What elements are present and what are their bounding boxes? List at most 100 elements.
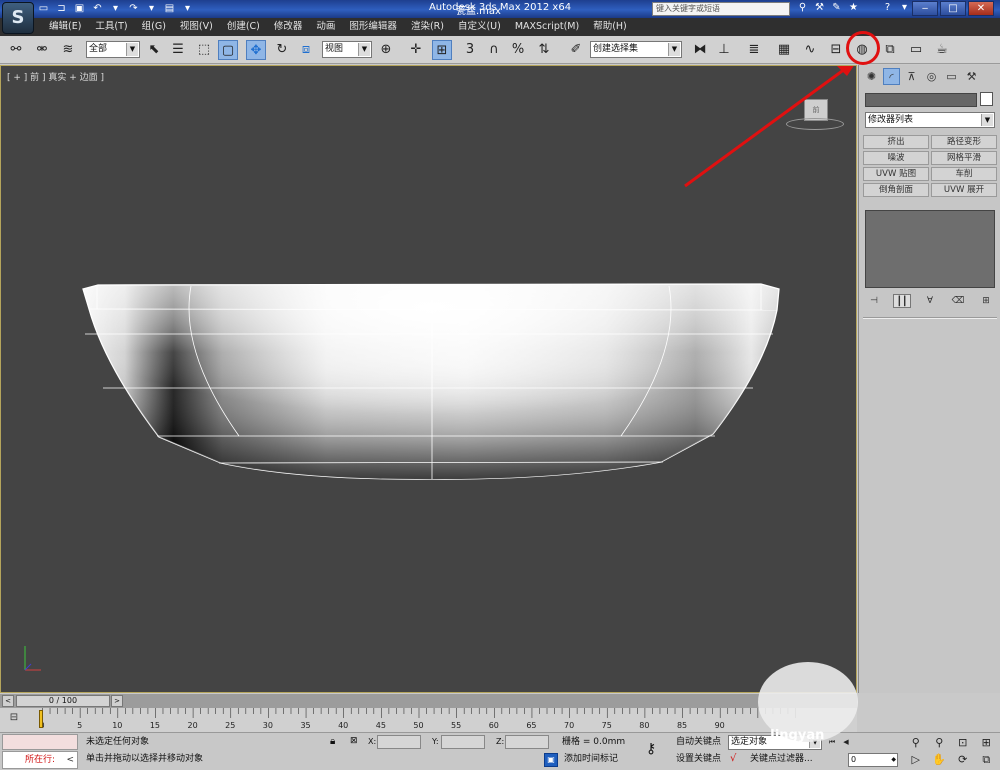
key-filters-button[interactable]: 关键点过滤器...: [750, 752, 813, 767]
favorites-dropdown-icon[interactable]: [864, 1, 877, 15]
show-end-result-icon[interactable]: ┃┃: [893, 294, 911, 308]
customize-dropdown-icon[interactable]: ▾: [180, 2, 195, 16]
reference-coordinate-dropdown[interactable]: 视图 ▼: [322, 41, 372, 58]
link-icon[interactable]: ⚯: [6, 40, 26, 60]
save-file-icon[interactable]: ▣: [72, 2, 87, 16]
menu-rendering[interactable]: 渲染(R): [404, 18, 451, 36]
angle-snap-icon[interactable]: ∩: [484, 40, 504, 60]
help-dropdown-icon[interactable]: ▾: [898, 1, 911, 15]
select-and-scale-icon[interactable]: ⧈: [296, 40, 316, 60]
track-bar[interactable]: ⊟ 051015202530354045505560657075808590: [0, 708, 857, 732]
front-viewport[interactable]: [ + ] 前 ] 真实 + 边面 ] 前: [0, 65, 857, 693]
modifier-path-deform-button[interactable]: 路径变形: [931, 135, 997, 149]
redo-dropdown-icon[interactable]: ▾: [144, 2, 159, 16]
z-coord-field[interactable]: [505, 735, 549, 749]
modifier-list-dropdown[interactable]: 修改器列表 ▼: [865, 112, 995, 128]
undo-icon[interactable]: ↶: [90, 2, 105, 16]
zoom-extents-all-icon[interactable]: ⊞: [975, 735, 999, 750]
modifier-bevel-profile-button[interactable]: 倒角剖面: [863, 183, 929, 197]
edit-named-selection-icon[interactable]: ✐: [566, 40, 586, 60]
curve-editor-icon[interactable]: ∿: [800, 40, 820, 60]
modify-tab-icon[interactable]: ◜: [883, 68, 900, 85]
select-object-icon[interactable]: ⬉: [144, 40, 164, 60]
y-coord-field[interactable]: [441, 735, 485, 749]
new-file-icon[interactable]: ▭: [36, 2, 51, 16]
remove-modifier-icon[interactable]: ⌫: [949, 294, 967, 308]
maximize-button[interactable]: □: [940, 1, 966, 16]
subscription-icon[interactable]: ⚒: [813, 1, 826, 15]
bowl-model[interactable]: [82, 283, 780, 480]
object-color-swatch[interactable]: [980, 92, 993, 106]
minimize-button[interactable]: ‒: [912, 1, 938, 16]
current-frame-marker[interactable]: [39, 710, 43, 728]
field-of-view-icon[interactable]: ▷: [904, 752, 928, 767]
window-crossing-icon[interactable]: ▢: [218, 40, 238, 60]
modifier-stack-view[interactable]: [865, 210, 995, 288]
binoculars-icon[interactable]: ⚲: [796, 1, 809, 15]
project-folder-icon[interactable]: ▤: [162, 2, 177, 16]
make-unique-icon[interactable]: ∀: [921, 294, 939, 308]
menu-views[interactable]: 视图(V): [173, 18, 220, 36]
maxscript-listener-mini[interactable]: [2, 734, 78, 750]
bind-spacewarp-icon[interactable]: ≋: [58, 40, 78, 60]
open-mini-curve-editor-icon[interactable]: ⊟: [6, 712, 22, 726]
zoom-extents-icon[interactable]: ⊡: [951, 735, 975, 750]
align-icon[interactable]: ⊥: [714, 40, 734, 60]
unlink-icon[interactable]: ⚮: [32, 40, 52, 60]
modifier-unwrap-uvw-button[interactable]: UVW 展开: [931, 183, 997, 197]
set-key-icon[interactable]: ⚷: [646, 741, 656, 757]
previous-frame-arrow-icon[interactable]: <: [2, 695, 14, 707]
render-production-icon[interactable]: ☕: [932, 40, 952, 60]
add-time-tag-icon[interactable]: ▣: [544, 753, 558, 767]
orbit-icon[interactable]: ⟳: [951, 752, 975, 767]
close-button[interactable]: ✕: [968, 1, 994, 16]
time-slider[interactable]: < 0 / 100 >: [0, 694, 857, 708]
schematic-view-icon[interactable]: ⊟: [826, 40, 846, 60]
modifier-uvw-map-button[interactable]: UVW 贴图: [863, 167, 929, 181]
communication-icon[interactable]: ✎: [830, 1, 843, 15]
menu-maxscript[interactable]: MAXScript(M): [508, 18, 586, 36]
modifier-meshsmooth-button[interactable]: 网格平滑: [931, 151, 997, 165]
next-frame-arrow-icon[interactable]: >: [111, 695, 123, 707]
maximize-viewport-icon[interactable]: ⧉: [975, 752, 999, 767]
menu-graph-editors[interactable]: 图形编辑器: [342, 18, 404, 36]
object-name-field[interactable]: [865, 93, 977, 107]
menu-animation[interactable]: 动画: [309, 18, 342, 36]
select-and-rotate-icon[interactable]: ↻: [272, 40, 292, 60]
menu-create[interactable]: 创建(C): [220, 18, 267, 36]
add-time-tag-label[interactable]: 添加时间标记: [564, 752, 618, 767]
selection-lock-icon[interactable]: 🔒︎: [330, 736, 335, 747]
modifier-noise-button[interactable]: 噪波: [863, 151, 929, 165]
absolute-mode-icon[interactable]: ⊠: [350, 736, 362, 748]
menu-edit[interactable]: 编辑(E): [42, 18, 88, 36]
modifier-lathe-button[interactable]: 车削: [931, 167, 997, 181]
set-key-button[interactable]: 设置关键点: [676, 752, 721, 767]
select-and-move-icon[interactable]: ✥: [246, 40, 266, 60]
configure-modifier-sets-icon[interactable]: ⊞: [977, 294, 995, 308]
redo-icon[interactable]: ↷: [126, 2, 141, 16]
modifier-extrude-button[interactable]: 挤出: [863, 135, 929, 149]
rendered-frame-window-icon[interactable]: ▭: [906, 40, 926, 60]
menu-modifiers[interactable]: 修改器: [267, 18, 310, 36]
menu-group[interactable]: 组(G): [135, 18, 173, 36]
spinner-snap-icon[interactable]: ⇅: [534, 40, 554, 60]
app-logo-icon[interactable]: S: [2, 2, 34, 34]
auto-key-button[interactable]: 自动关键点: [676, 735, 721, 750]
selection-filter-dropdown[interactable]: 全部 ▼: [86, 41, 140, 58]
motion-tab-icon[interactable]: ◎: [923, 68, 940, 85]
display-tab-icon[interactable]: ▭: [943, 68, 960, 85]
mirror-icon[interactable]: ⧓: [690, 40, 710, 60]
zoom-all-icon[interactable]: ⚲: [928, 735, 952, 750]
undo-dropdown-icon[interactable]: ▾: [108, 2, 123, 16]
pan-icon[interactable]: ✋: [928, 752, 952, 767]
menu-customize[interactable]: 自定义(U): [451, 18, 508, 36]
time-slider-thumb[interactable]: 0 / 100: [16, 695, 110, 707]
utilities-tab-icon[interactable]: ⚒: [963, 68, 980, 85]
render-setup-icon[interactable]: ⧉: [880, 40, 900, 60]
keyboard-shortcut-override-icon[interactable]: ⊞: [432, 40, 452, 60]
selection-region-icon[interactable]: ⬚: [194, 40, 214, 60]
open-file-icon[interactable]: ⊐: [54, 2, 69, 16]
select-by-name-icon[interactable]: ☰: [168, 40, 188, 60]
layer-manager-icon[interactable]: ≣: [744, 40, 764, 60]
graphite-tools-icon[interactable]: ▦: [774, 40, 794, 60]
